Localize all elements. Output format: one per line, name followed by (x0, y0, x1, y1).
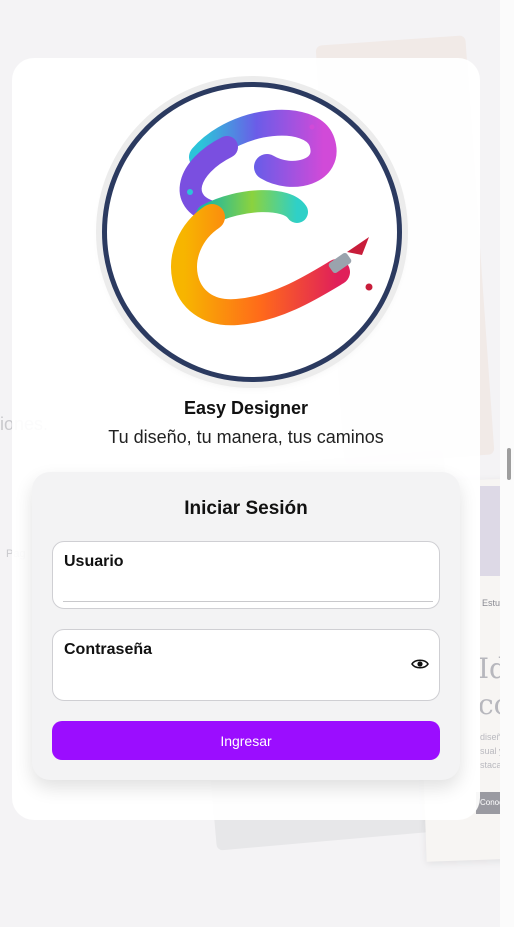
logo (102, 82, 402, 382)
scrollbar[interactable] (500, 0, 514, 927)
login-title: Iniciar Sesión (184, 498, 308, 519)
scrollbar-thumb[interactable] (507, 448, 511, 480)
brand-name: Easy Designer (183, 398, 309, 418)
paintbrush-letter-e-logo-icon (171, 109, 373, 326)
login-card: Easy Designer Tu diseño, tu manera, tus … (12, 58, 480, 820)
password-field[interactable]: Contraseña (52, 629, 440, 701)
password-label: Contraseña (64, 641, 153, 658)
password-input[interactable] (63, 670, 433, 694)
username-field[interactable]: Usuario (52, 541, 440, 609)
eye-icon[interactable] (411, 656, 429, 672)
login-submit-button[interactable]: Ingresar (52, 721, 440, 760)
login-form: Iniciar Sesión Usuario Contraseña Ingres… (32, 472, 460, 780)
brand-tagline: Tu diseño, tu manera, tus caminos (108, 427, 384, 447)
username-label: Usuario (64, 553, 124, 570)
username-input[interactable] (63, 577, 433, 602)
background-text: Estu (482, 598, 501, 608)
